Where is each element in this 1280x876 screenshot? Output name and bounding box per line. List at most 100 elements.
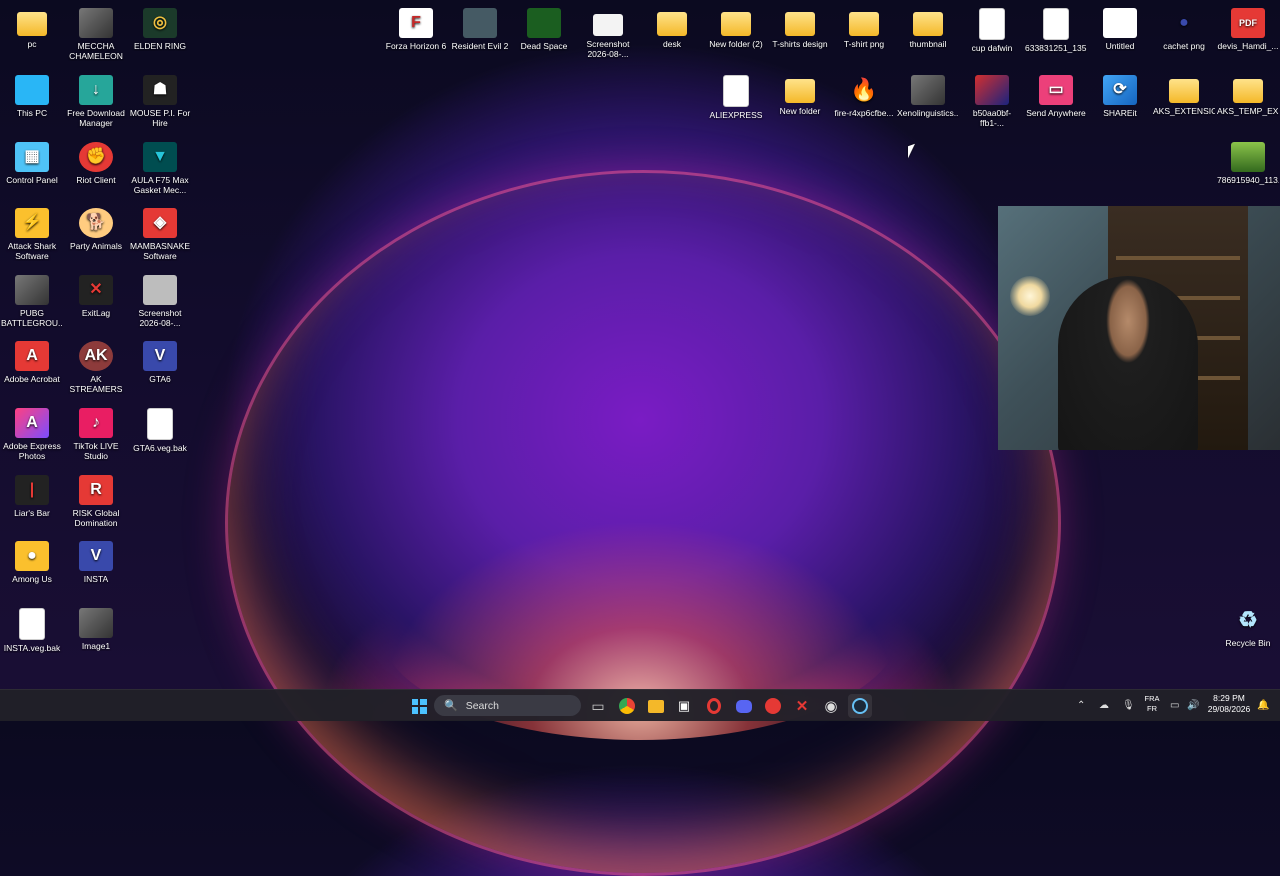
tiktok-icon: ♪	[79, 408, 113, 438]
desktop-icon-gta6-bak[interactable]: GTA6.veg.bak	[129, 408, 191, 453]
desktop-icon-tiktok[interactable]: ♪ TikTok LIVE Studio	[65, 408, 127, 461]
desktop-icon-meccha[interactable]: MECCHA CHAMELEON	[65, 8, 127, 61]
liars-bar-icon: |	[15, 475, 49, 505]
notification-button[interactable]: 🔔	[1257, 690, 1269, 721]
riot-icon: ✊	[79, 142, 113, 172]
tray-overflow-button[interactable]: ⌃	[1077, 690, 1085, 721]
tray-volume[interactable]: 🔊	[1187, 690, 1199, 721]
desktop-icon-this-pc[interactable]: This PC	[1, 75, 63, 118]
taskbar-discord[interactable]	[732, 694, 756, 718]
desktop-icon-attack-shark[interactable]: ⚡ Attack Shark Software	[1, 208, 63, 261]
folder-icon	[849, 12, 879, 36]
steam-icon	[852, 698, 868, 714]
taskbar-steam[interactable]	[848, 694, 872, 718]
taskbar-opera[interactable]	[702, 694, 726, 718]
desktop-icon-risk[interactable]: R RISK Global Domination	[65, 475, 127, 528]
desktop-icon-pc[interactable]: pc	[1, 8, 63, 49]
task-view-button[interactable]: ▭	[586, 694, 610, 718]
mouse-cursor-icon	[908, 143, 915, 159]
desktop-icon-dead-space[interactable]: Dead Space	[513, 8, 575, 51]
desktop-icon-control-panel[interactable]: ▦ Control Panel	[1, 142, 63, 185]
taskbar-chrome[interactable]	[615, 694, 639, 718]
desktop-icon-adobe-express[interactable]: A Adobe Express Photos	[1, 408, 63, 461]
chrome-icon	[619, 698, 635, 714]
aula-icon: ▼	[143, 142, 177, 172]
desktop-icon-insta-bak[interactable]: INSTA.veg.bak	[1, 608, 63, 653]
desktop-icon-cachet[interactable]: ● cachet png	[1153, 8, 1215, 52]
desktop-icon-devis[interactable]: PDF devis_Hamdi_...	[1217, 8, 1279, 51]
desktop-icon-desk[interactable]: desk	[641, 8, 703, 49]
desktop-icon-exitlag[interactable]: ✕ ExitLag	[65, 275, 127, 318]
desktop-icon-liars-bar[interactable]: | Liar's Bar	[1, 475, 63, 518]
taskbar-riot[interactable]	[761, 694, 785, 718]
desktop-icon-aks-temp[interactable]: AKS_TEMP_EX...	[1217, 75, 1279, 116]
desktop-icon-riot[interactable]: ✊ Riot Client	[65, 142, 127, 185]
desktop-icon-screenshot-top[interactable]: Screenshot 2026-08-...	[577, 8, 639, 59]
desktop-icon-new-folder-2[interactable]: New folder (2)	[705, 8, 767, 49]
cloud-icon: ☁	[1099, 700, 1109, 711]
taskbar-search[interactable]: 🔍 Search	[434, 695, 581, 716]
lamp	[1010, 276, 1050, 316]
search-label: Search	[465, 699, 499, 712]
desktop-icon-new-folder[interactable]: New folder	[769, 75, 831, 116]
desktop-icon-recycle-bin[interactable]: ♻ Recycle Bin	[1217, 605, 1279, 649]
control-panel-icon: ▦	[15, 142, 49, 172]
desktop-icon-thumbnail[interactable]: thumbnail	[897, 8, 959, 49]
desktop-icon-gta6[interactable]: V GTA6	[129, 341, 191, 384]
discord-icon	[736, 699, 752, 713]
desktop-icon-mouse-pi[interactable]: ☗ MOUSE P.I. For Hire	[129, 75, 191, 128]
desktop-icon-b50aa0bf[interactable]: b50aa0bf-ffb1-...	[961, 75, 1023, 128]
folder-icon	[721, 12, 751, 36]
desktop-icon-mambasnake[interactable]: ◈ MAMBASNAKE Software	[129, 208, 191, 261]
network-icon: ▭	[1170, 700, 1180, 711]
desktop-icon-insta[interactable]: V INSTA	[65, 541, 127, 584]
desktop-icon-shareit[interactable]: ⟳ SHAREit	[1089, 75, 1151, 118]
desktop-icon-party-animals[interactable]: 🐕 Party Animals	[65, 208, 127, 251]
send-anywhere-icon: ▭	[1039, 75, 1073, 105]
taskbar-clock[interactable]: 8:29 PM 29/08/2026	[1204, 693, 1254, 715]
riot-icon	[765, 698, 781, 714]
tray-onedrive[interactable]: ☁	[1099, 690, 1109, 721]
tray-network[interactable]: ▭	[1170, 690, 1179, 721]
desktop-icon-tshirt-png[interactable]: T-shirt png	[833, 8, 895, 49]
mouse-pi-icon: ☗	[143, 75, 177, 105]
desktop-icon-elden-ring[interactable]: ◎ ELDEN RING	[129, 8, 191, 51]
desktop-icon-xenolinguistics[interactable]: Xenolinguistics...	[897, 75, 959, 118]
taskbar-file-explorer[interactable]	[644, 694, 668, 718]
desktop-icon-re2[interactable]: Resident Evil 2	[449, 8, 511, 51]
desktop-icon-among-us[interactable]: ● Among Us	[1, 541, 63, 584]
desktop-icon-untitled[interactable]: Untitled	[1089, 8, 1151, 51]
desktop-icon-633831251[interactable]: 633831251_135...	[1025, 8, 1087, 53]
mambasnake-icon: ◈	[143, 208, 177, 238]
desktop-icon-pubg[interactable]: PUBG BATTLEGROU...	[1, 275, 63, 328]
desktop-icon-fdm[interactable]: ↓ Free Download Manager	[65, 75, 127, 128]
folder-icon	[785, 79, 815, 103]
desktop-icon-tshirts-design[interactable]: T-shirts design	[769, 8, 831, 49]
desktop-icon-cup-dafwin[interactable]: cup dafwin	[961, 8, 1023, 53]
dog-icon: 🐕	[79, 208, 113, 238]
task-view-icon: ▭	[591, 697, 605, 714]
download-icon: ↓	[79, 75, 113, 105]
document-icon	[723, 75, 749, 107]
vegas-icon: V	[143, 341, 177, 371]
image-icon	[79, 608, 113, 638]
desktop-icon-aks-extension[interactable]: AKS_EXTENSIO...	[1153, 75, 1215, 116]
desktop-icon-image1[interactable]: Image1	[65, 608, 127, 651]
folder-icon	[657, 12, 687, 36]
desktop-icon-send-anywhere[interactable]: ▭ Send Anywhere	[1025, 75, 1087, 118]
desktop-icon-adobe-acrobat[interactable]: A Adobe Acrobat	[1, 341, 63, 384]
desktop-icon-ak-streamers[interactable]: AK AK STREAMERS	[65, 341, 127, 394]
desktop-icon-forza[interactable]: F Forza Horizon 6	[385, 8, 447, 51]
tray-microphone[interactable]: 🎙	[1122, 690, 1135, 721]
desktop-icon-fire[interactable]: 🔥 fire-r4xp6cfbe...	[833, 75, 895, 119]
desktop-icon-aula[interactable]: ▼ AULA F75 Max Gasket Mec...	[129, 142, 191, 195]
start-button[interactable]	[407, 694, 431, 718]
desktop-icon-aliexpress[interactable]: ALIEXPRESS	[705, 75, 767, 120]
taskbar-exitlag[interactable]: ✕	[790, 694, 814, 718]
language-indicator[interactable]: FRA FR	[1141, 694, 1163, 714]
taskbar-app-snipping[interactable]: ▣	[672, 694, 696, 718]
bell-icon: 🔔	[1257, 700, 1270, 711]
desktop-icon-786915940[interactable]: 786915940_113...	[1217, 142, 1279, 185]
taskbar-obs[interactable]: ◉	[819, 694, 843, 718]
desktop-icon-screenshot-left[interactable]: Screenshot 2026-08-...	[129, 275, 191, 328]
